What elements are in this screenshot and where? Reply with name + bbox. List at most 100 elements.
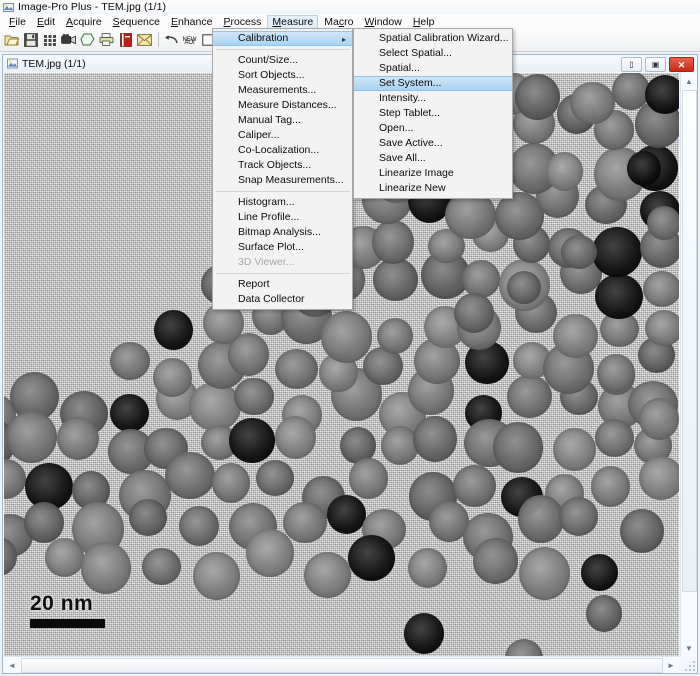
menu-item-bitmap-analysis[interactable]: Bitmap Analysis... [213, 225, 352, 240]
menu-item-manual-tag[interactable]: Manual Tag... [213, 113, 352, 128]
nanoparticle [404, 613, 444, 654]
menu-item-sort-objects[interactable]: Sort Objects... [213, 68, 352, 83]
envelope-icon[interactable] [136, 31, 153, 48]
submenu-item-step-tablet[interactable]: Step Tablet... [354, 106, 512, 121]
horizontal-scrollbar[interactable]: ◄ ► [4, 656, 679, 672]
nanoparticle [193, 552, 240, 600]
minimize-button[interactable]: ▯ [621, 57, 642, 72]
nanoparticle [372, 220, 414, 264]
grid-icon[interactable] [41, 31, 58, 48]
menubar-item-process[interactable]: Process [218, 15, 266, 28]
submenu-chevron-right-icon: ▸ [342, 32, 346, 47]
image-pro-icon [3, 2, 14, 13]
horizontal-scroll-thumb[interactable] [21, 658, 663, 673]
nanoparticle [591, 466, 630, 507]
nanoparticle [129, 499, 167, 537]
nanoparticle [256, 460, 294, 496]
menubar-item-file[interactable]: File [4, 15, 31, 28]
menubar-item-edit[interactable]: Edit [32, 15, 60, 28]
camera-icon[interactable] [60, 31, 77, 48]
print-icon[interactable] [98, 31, 115, 48]
submenu-item-save-all[interactable]: Save All... [354, 151, 512, 166]
measure-dropdown-menu[interactable]: Calibration▸ Count/Size...Sort Objects...… [212, 28, 353, 310]
menu-item-count-size[interactable]: Count/Size... [213, 53, 352, 68]
maximize-button[interactable]: ▣ [645, 57, 666, 72]
nanoparticle [165, 452, 215, 499]
menu-item-data-collector[interactable]: Data Collector [213, 292, 352, 307]
menu-item-measure-distances[interactable]: Measure Distances... [213, 98, 352, 113]
menu-item-snap-measurements[interactable]: Snap Measurements... [213, 173, 352, 188]
menu-item-label: Line Profile... [238, 211, 299, 223]
scale-bar-line [30, 619, 105, 628]
menu-item-histogram[interactable]: Histogram... [213, 195, 352, 210]
submenu-item-set-system[interactable]: Set System... [354, 76, 512, 91]
submenu-item-save-active[interactable]: Save Active... [354, 136, 512, 151]
nanoparticle [592, 227, 641, 277]
nanoparticle [553, 314, 598, 358]
nanoparticle [189, 382, 241, 431]
scroll-up-arrow[interactable]: ▲ [681, 73, 697, 89]
open-file-icon[interactable] [3, 31, 20, 48]
vertical-scrollbar[interactable]: ▲ ▼ [680, 73, 696, 656]
menu-item-3d-viewer: 3D Viewer... [213, 255, 352, 270]
submenu-item-open[interactable]: Open... [354, 121, 512, 136]
submenu-item-intensity[interactable]: Intensity... [354, 91, 512, 106]
calibration-submenu[interactable]: Spatial Calibration Wizard... Select Spat… [353, 28, 513, 199]
menu-item-label: Measure Distances... [238, 99, 337, 111]
submenu-item-label: Select Spatial... [379, 47, 452, 59]
book-icon[interactable] [117, 31, 134, 48]
submenu-item-spatial-calibration-wizard[interactable]: Spatial Calibration Wizard... [354, 31, 512, 46]
menu-item-caliper[interactable]: Caliper... [213, 128, 352, 143]
new-aoi-icon[interactable]: NEW AOI [181, 31, 198, 48]
nanoparticle [643, 271, 679, 307]
save-file-icon[interactable] [22, 31, 39, 48]
polygon-icon[interactable] [79, 31, 96, 48]
menu-item-label: Histogram... [238, 196, 295, 208]
menubar-item-enhance[interactable]: Enhance [166, 15, 217, 28]
menu-item-report[interactable]: Report [213, 277, 352, 292]
menu-item-label: Caliper... [238, 129, 279, 141]
image-document-icon [7, 58, 18, 69]
menubar-item-window[interactable]: Window [359, 15, 406, 28]
menubar-item-measure[interactable]: Measure [267, 15, 318, 28]
menu-item-line-profile[interactable]: Line Profile... [213, 210, 352, 225]
menu-item-surface-plot[interactable]: Surface Plot... [213, 240, 352, 255]
scroll-down-arrow[interactable]: ▼ [681, 640, 697, 656]
menubar-item-help[interactable]: Help [408, 15, 440, 28]
menubar-item-sequence[interactable]: Sequence [108, 15, 165, 28]
submenu-item-linearize-new[interactable]: Linearize New [354, 181, 512, 196]
scale-bar: 20 nm [30, 592, 105, 628]
menu-item-track-objects[interactable]: Track Objects... [213, 158, 352, 173]
window-controls: ▯ ▣ ✕ [621, 57, 694, 72]
menu-item-measurements[interactable]: Measurements... [213, 83, 352, 98]
nanoparticle [349, 458, 389, 498]
nanoparticle [283, 502, 327, 543]
nanoparticle [570, 82, 615, 125]
toolbar-separator [158, 32, 159, 47]
submenu-item-label: Intensity... [379, 92, 426, 104]
close-button[interactable]: ✕ [669, 57, 694, 72]
scale-bar-label: 20 nm [30, 592, 105, 616]
menu-item-co-localization[interactable]: Co-Localization... [213, 143, 352, 158]
application-window: Image-Pro Plus - TEM.jpg (1/1) FileEditA… [0, 0, 700, 676]
scroll-left-arrow[interactable]: ◄ [4, 657, 20, 673]
nanoparticle [453, 465, 496, 508]
vertical-scroll-thumb[interactable] [682, 90, 697, 592]
nanoparticle [153, 358, 192, 397]
submenu-item-spatial[interactable]: Spatial... [354, 61, 512, 76]
undo-icon[interactable] [162, 31, 179, 48]
nanoparticle [559, 497, 598, 535]
menu-item-label: Co-Localization... [238, 144, 319, 156]
close-icon: ✕ [678, 61, 686, 69]
menubar-item-macro[interactable]: Macro [319, 15, 358, 28]
submenu-item-select-spatial[interactable]: Select Spatial... [354, 46, 512, 61]
menu-item-calibration[interactable]: Calibration▸ [213, 31, 352, 46]
resize-grip[interactable] [681, 657, 696, 672]
submenu-item-label: Spatial Calibration Wizard... [379, 32, 509, 44]
submenu-item-label: Save Active... [379, 137, 443, 149]
menubar-item-acquire[interactable]: Acquire [61, 15, 107, 28]
nanoparticle [327, 495, 366, 534]
scroll-right-arrow[interactable]: ► [663, 657, 679, 673]
submenu-item-linearize-image[interactable]: Linearize Image [354, 166, 512, 181]
nanoparticle [647, 206, 679, 240]
